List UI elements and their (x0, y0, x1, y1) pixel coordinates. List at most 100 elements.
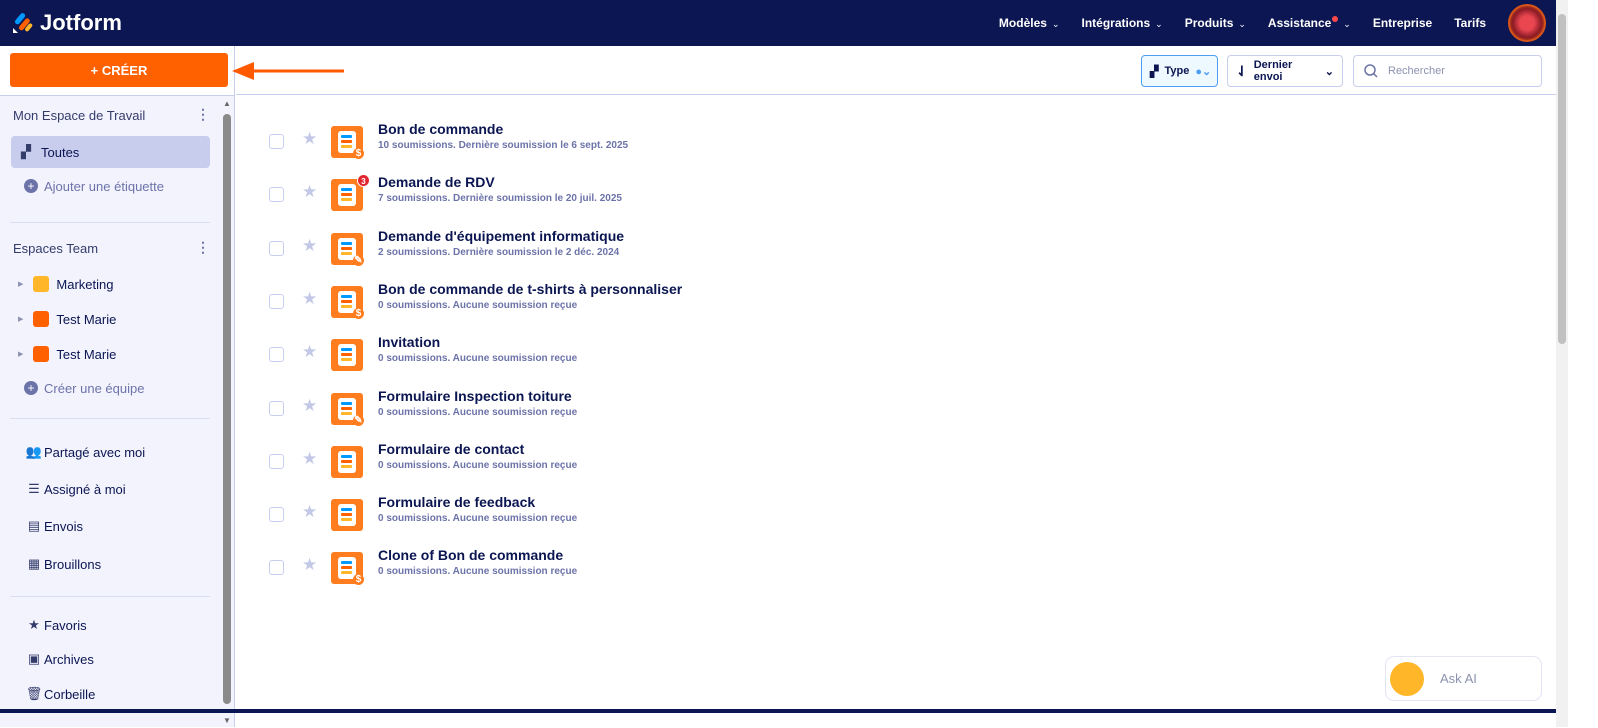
submissions-icon: ▤ (27, 518, 41, 533)
star-icon[interactable]: ★ (302, 236, 317, 256)
nav-label: Intégrations (1081, 16, 1151, 30)
team-test-marie[interactable]: ▶ Test Marie (18, 346, 116, 362)
scroll-up-icon[interactable]: ▲ (223, 99, 231, 108)
plus-icon: + (24, 179, 38, 193)
add-label-button[interactable]: + Ajouter une étiquette (0, 170, 199, 202)
star-icon[interactable]: ★ (302, 396, 317, 416)
form-checkbox[interactable] (269, 240, 284, 256)
sidebar-item-drafts[interactable]: ▦ Brouillons (24, 548, 223, 580)
form-title[interactable]: Bon de commande de t-shirts à personnali… (378, 281, 682, 297)
scrollbar-thumb[interactable] (223, 114, 231, 704)
form-checkbox[interactable] (269, 453, 284, 469)
forms-main: ▞ Type ●⌄ ⇃ Dernier envoi ⌄ Rechercher ★ $ B… (236, 46, 1556, 727)
divider (10, 418, 210, 419)
divider (10, 596, 210, 597)
nav-integrations[interactable]: Intégrations ⌄ (1081, 16, 1162, 30)
form-row[interactable]: ★ Invitation 0 soumissions. Aucune soumi… (269, 334, 1169, 380)
sidebar-scrollbar[interactable]: ▲ ▼ (222, 96, 232, 728)
teams-more-icon[interactable]: ⋮ (196, 239, 210, 256)
form-title[interactable]: Demande de RDV (378, 174, 495, 190)
form-checkbox[interactable] (269, 187, 284, 203)
caret-right-icon[interactable]: ▶ (18, 280, 23, 288)
form-row[interactable]: ★ $ Clone of Bon de commande 0 soumissio… (269, 547, 1169, 593)
sidebar-item-trash[interactable]: 🗑 Corbeille (24, 678, 223, 710)
plus-icon: + (24, 381, 38, 395)
form-title[interactable]: Demande d'équipement informatique (378, 228, 624, 244)
user-avatar[interactable] (1508, 4, 1546, 42)
sidebar-item-favorites[interactable]: ★ Favoris (24, 609, 223, 641)
form-checkbox[interactable] (269, 347, 284, 363)
form-row[interactable]: ★ Formulaire de feedback 0 soumissions. … (269, 494, 1169, 540)
form-checkbox[interactable] (269, 507, 284, 523)
nav-label: Tarifs (1454, 16, 1486, 30)
nav-label: Modèles (998, 16, 1047, 30)
form-submission-info: 7 soumissions. Dernière soumission le 20… (378, 193, 622, 205)
team-test-marie[interactable]: ▶ Test Marie (18, 311, 116, 327)
form-checkbox[interactable] (269, 293, 284, 309)
form-checkbox[interactable] (269, 134, 284, 149)
nav-models[interactable]: Modèles ⌄ (999, 16, 1060, 30)
search-placeholder: Rechercher (1388, 65, 1445, 77)
ask-ai-button[interactable]: Ask AI (1385, 656, 1542, 701)
drafts-icon: ▦ (27, 556, 41, 571)
jotform-logo[interactable]: Jotform (12, 10, 122, 36)
active-dot: ●⌄ (1195, 65, 1212, 78)
teams-title: Espaces Team (13, 241, 99, 256)
button-label: Dernier envoi (1253, 59, 1293, 83)
form-title[interactable]: Formulaire Inspection toiture (378, 388, 572, 404)
nav-label: Entreprise (1372, 16, 1433, 30)
chevron-down-icon: ⌄ (1238, 19, 1246, 29)
ai-mascot-icon (1390, 661, 1424, 696)
form-row[interactable]: ★ 3 Demande de RDV 7 soumissions. Derniè… (269, 174, 1169, 220)
form-checkbox[interactable] (269, 400, 284, 416)
toolbar: ▞ Type ●⌄ ⇃ Dernier envoi ⌄ Rechercher (236, 46, 1556, 95)
form-row[interactable]: ★ ✎ Demande d'équipement informatique 2 … (269, 228, 1169, 274)
scroll-down-icon[interactable]: ▼ (223, 716, 231, 725)
nav-enterprise[interactable]: Entreprise (1373, 16, 1432, 30)
sidebar-item-all[interactable]: ▞ Toutes (11, 136, 210, 168)
form-row[interactable]: ★ $ Bon de commande de t-shirts à person… (269, 281, 1169, 327)
form-row[interactable]: ★ $ Bon de commande 10 soumissions. Dern… (269, 121, 1169, 167)
sidebar-item-submissions[interactable]: ▤ Envois (24, 510, 223, 542)
star-icon[interactable]: ★ (302, 129, 317, 149)
form-checkbox[interactable] (269, 560, 284, 576)
form-title[interactable]: Formulaire de contact (378, 441, 524, 457)
team-name: Test Marie (56, 311, 117, 327)
workspace-more-icon[interactable]: ⋮ (196, 106, 210, 123)
caret-right-icon[interactable]: ▶ (18, 350, 23, 358)
form-plain-icon (331, 339, 363, 372)
form-title[interactable]: Clone of Bon de commande (378, 547, 563, 563)
sidebar-item-archives[interactable]: ▣ Archives (24, 643, 223, 675)
page-scrollbar[interactable] (1556, 0, 1568, 727)
chevron-down-icon: ⌄ (1343, 19, 1351, 29)
star-icon[interactable]: ★ (302, 342, 317, 362)
button-label: Type (1164, 65, 1190, 77)
caret-right-icon[interactable]: ▶ (18, 315, 23, 323)
sidebar-item-assigned[interactable]: ☰ Assigné à moi (24, 473, 223, 505)
team-marketing[interactable]: ▶ Marketing (18, 276, 113, 292)
nav-products[interactable]: Produits ⌄ (1185, 16, 1246, 30)
form-row[interactable]: ★ Formulaire de contact 0 soumissions. A… (269, 441, 1169, 487)
sort-button[interactable]: ⇃ Dernier envoi ⌄ (1227, 55, 1343, 87)
star-icon[interactable]: ★ (302, 555, 317, 575)
search-input[interactable]: Rechercher (1353, 55, 1542, 87)
star-icon[interactable]: ★ (302, 182, 317, 202)
form-payment-icon: $ (331, 552, 364, 586)
form-title[interactable]: Bon de commande (378, 121, 503, 137)
star-icon[interactable]: ★ (302, 502, 317, 522)
archive-icon: ▣ (27, 651, 41, 666)
form-row[interactable]: ★ ✎ Formulaire Inspection toiture 0 soum… (269, 388, 1169, 434)
nav-support[interactable]: Assistance ⌄ (1268, 16, 1351, 30)
form-title[interactable]: Invitation (378, 334, 440, 350)
form-title[interactable]: Formulaire de feedback (378, 494, 535, 510)
sidebar-item-shared[interactable]: 👥 Partagé avec moi (24, 436, 223, 468)
nav-pricing[interactable]: Tarifs (1454, 16, 1486, 30)
star-icon[interactable]: ★ (302, 449, 317, 469)
ask-ai-label: Ask AI (1440, 671, 1477, 686)
create-team-button[interactable]: + Créer une équipe (0, 372, 199, 404)
create-button[interactable]: + CRÉER (10, 53, 228, 87)
scrollbar-thumb[interactable] (1558, 14, 1566, 344)
type-filter-button[interactable]: ▞ Type ●⌄ (1141, 55, 1218, 87)
star-icon[interactable]: ★ (302, 289, 317, 309)
form-payment-icon: $ (331, 126, 364, 159)
